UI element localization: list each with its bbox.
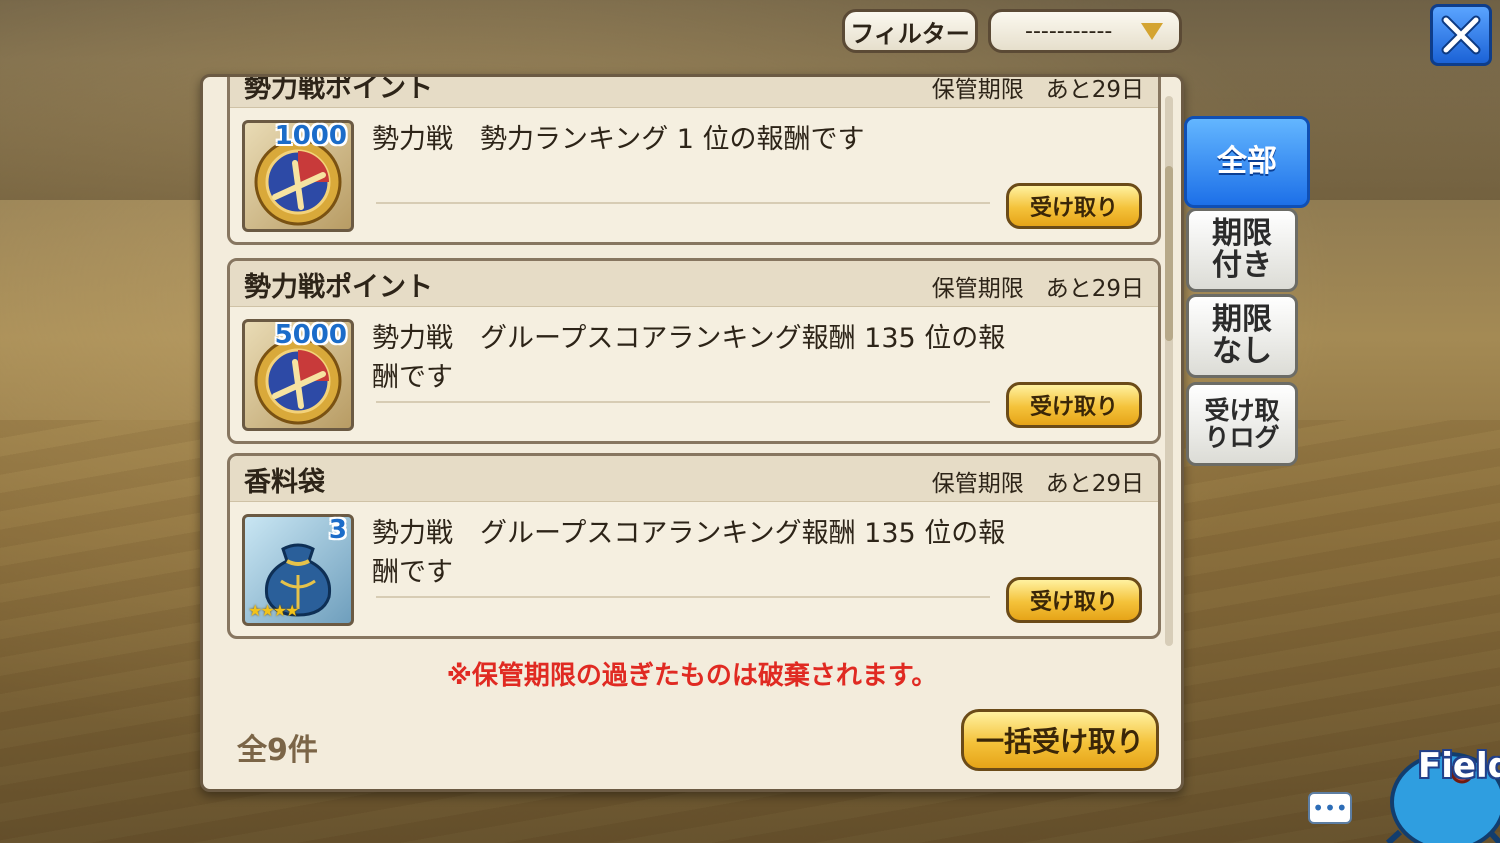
expire-info: 保管期限 あと29日 [910,269,1144,303]
list-item: 勢力戦ポイント 保管期限 あと29日 1000 勢力戦 勢力ランキング 1 位の報… [227,77,1161,245]
receive-button[interactable]: 受け取り [1006,577,1142,623]
item-count: 5000 [274,320,347,350]
item-count: 3 [328,515,347,545]
card-header: 勢力戦ポイント 保管期限 あと29日 [230,261,1158,307]
tab-no-expiry[interactable]: 期限なし [1186,294,1298,378]
item-description: 勢力戦 グループスコアランキング報酬 135 位の報酬です [372,323,1006,393]
expire-value: あと29日 [1045,77,1144,103]
total-count: 全9件 [237,733,318,768]
faction-medal-icon: 1000 [242,120,354,232]
expire-label: 保管期限 [931,77,1024,103]
faction-medal-icon: 5000 [242,319,354,431]
list-item: 勢力戦ポイント 保管期限 あと29日 5000 勢力戦 グループスコアランキング報… [227,258,1161,444]
close-button[interactable] [1430,4,1492,66]
gift-list[interactable]: 勢力戦ポイント 保管期限 あと29日 1000 勢力戦 勢力ランキング 1 位の報… [227,77,1163,647]
filter-dropdown-value: ----------- [1025,18,1113,44]
expire-label: 保管期限 [931,471,1024,497]
bulk-receive-button[interactable]: 一括受け取り [961,709,1159,771]
item-title: 勢力戦ポイント [244,272,433,303]
filter-button[interactable]: フィルター [842,9,978,53]
divider [376,202,990,204]
expire-label: 保管期限 [931,276,1024,302]
expire-value: あと29日 [1045,471,1144,497]
tab-with-expiry[interactable]: 期限付き [1186,208,1298,292]
item-title: 勢力戦ポイント [244,77,433,104]
rarity-stars: ★★★★ [248,601,299,620]
tab-all[interactable]: 全部 [1184,116,1310,208]
item-description: 勢力戦 勢力ランキング 1 位の報酬です [372,124,865,155]
close-icon [1441,15,1481,55]
chat-bubble-icon: ••• [1312,796,1348,820]
item-description: 勢力戦 グループスコアランキング報酬 135 位の報酬です [372,518,1006,588]
field-button-label: Field [1418,746,1500,786]
receive-button[interactable]: 受け取り [1006,183,1142,229]
gift-box-panel: 勢力戦ポイント 保管期限 あと29日 1000 勢力戦 勢力ランキング 1 位の報… [200,74,1184,792]
card-header: 勢力戦ポイント 保管期限 あと29日 [230,77,1158,108]
scrollbar[interactable] [1165,96,1173,646]
filter-dropdown[interactable]: ----------- [988,9,1182,53]
card-header: 香料袋 保管期限 あと29日 [230,456,1158,502]
expire-info: 保管期限 あと29日 [910,464,1144,498]
item-title: 香料袋 [244,467,325,498]
spice-bag-icon: 3 ★★★★ [242,514,354,626]
expiry-notice: ※保管期限の過ぎたものは破棄されます。 [446,661,938,691]
chat-button[interactable]: ••• [1308,792,1352,824]
scrollbar-thumb[interactable] [1165,166,1173,341]
chevron-down-icon [1141,23,1163,40]
divider [376,401,990,403]
tab-receive-log[interactable]: 受け取りログ [1186,382,1298,466]
expire-value: あと29日 [1045,276,1144,302]
receive-button[interactable]: 受け取り [1006,382,1142,428]
item-count: 1000 [274,121,347,151]
list-item: 香料袋 保管期限 あと29日 3 ★★★★ 勢力戦 グループスコアランキング報酬 … [227,453,1161,639]
divider [376,596,990,598]
expire-info: 保管期限 あと29日 [910,77,1144,104]
